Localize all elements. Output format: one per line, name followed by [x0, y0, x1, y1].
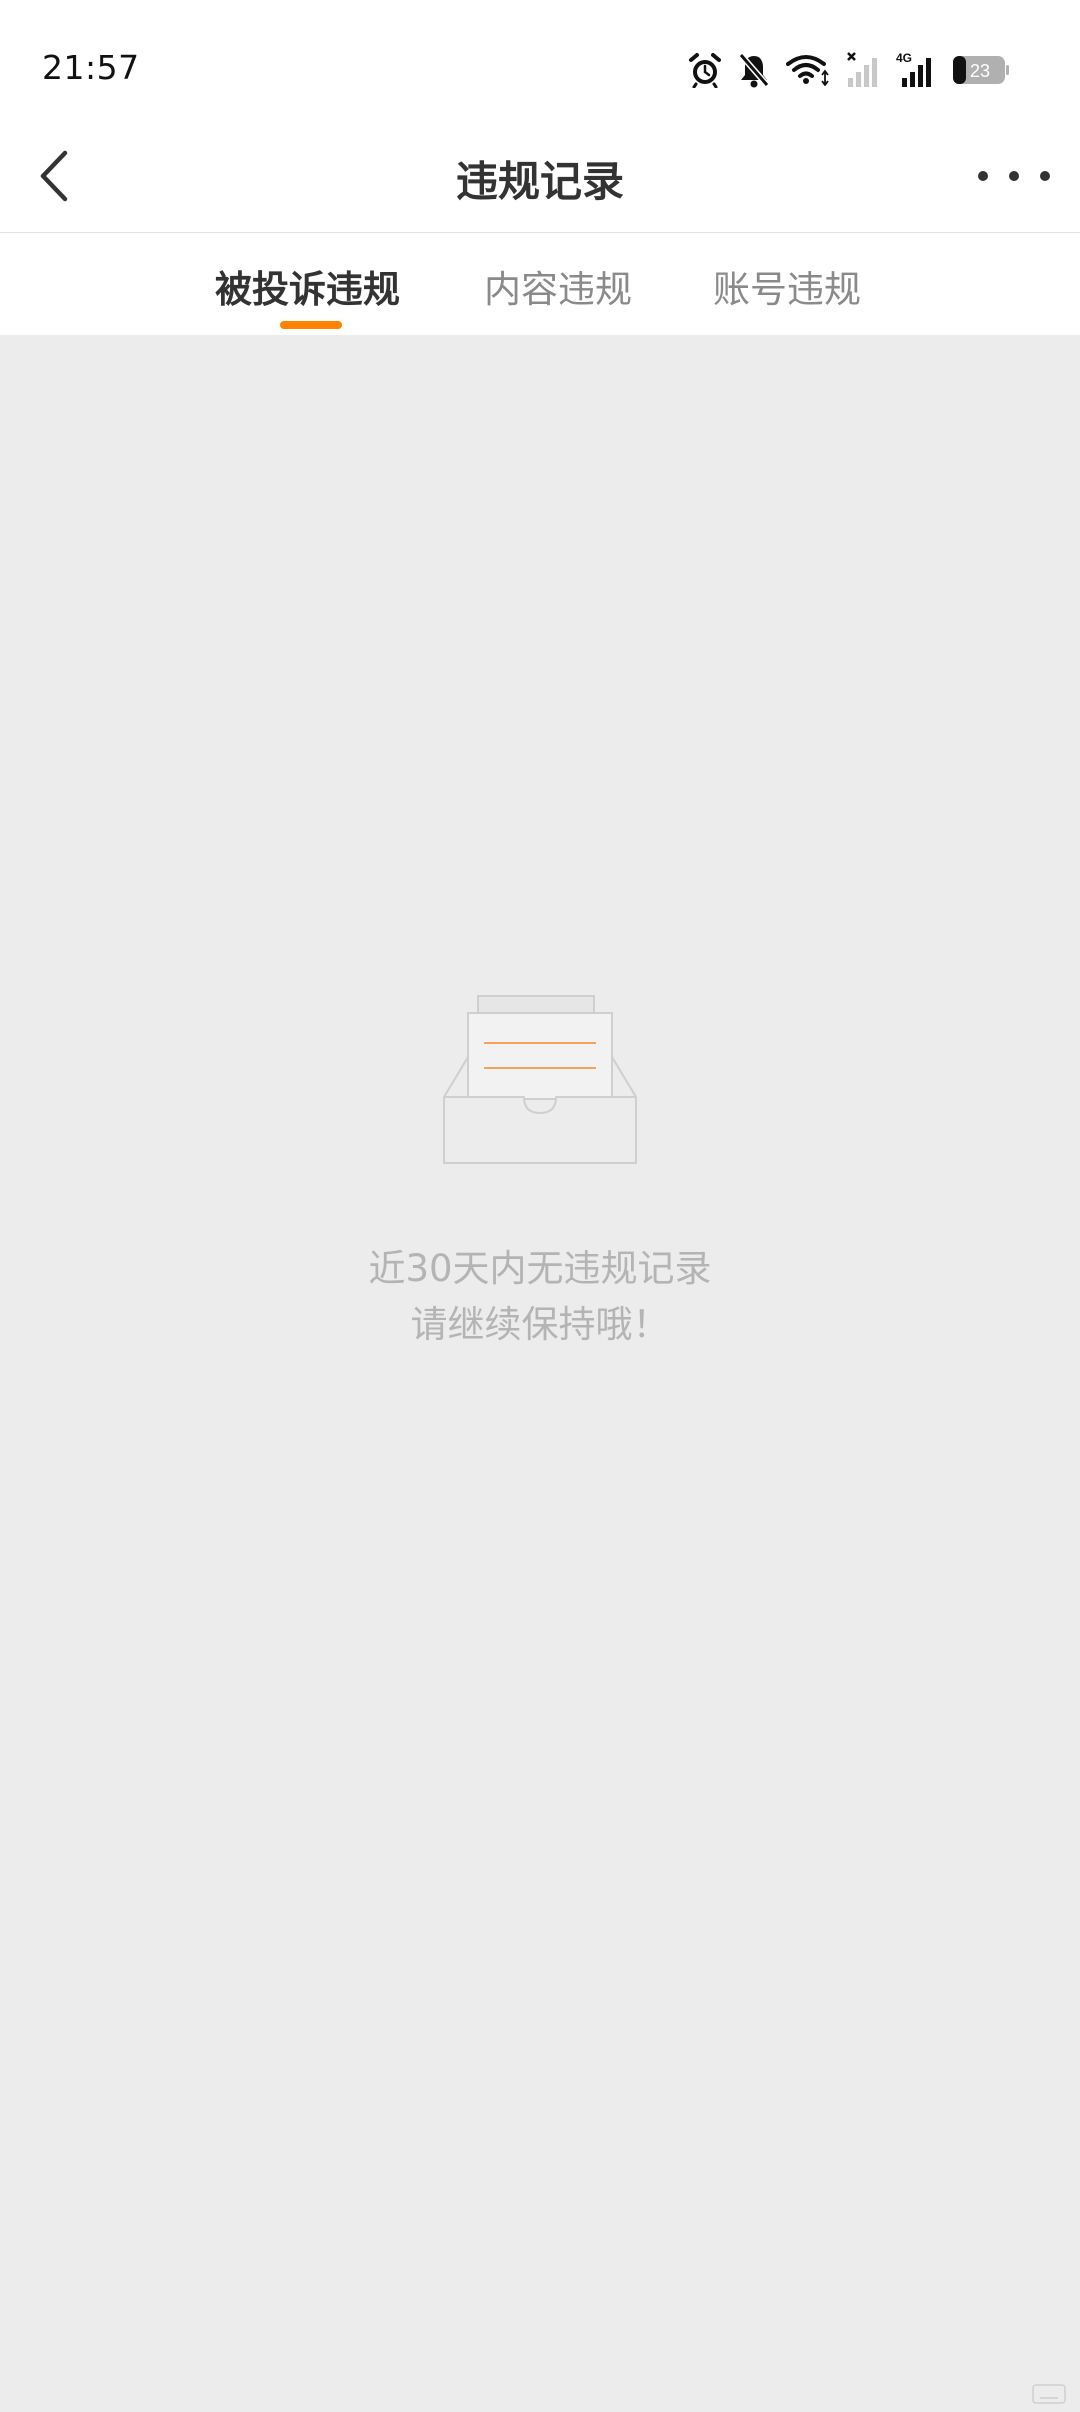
wifi-icon [786, 55, 829, 86]
status-bar: 21:57 4G 23 [0, 0, 1080, 120]
more-button[interactable] [978, 152, 1050, 200]
active-tab-indicator [280, 321, 342, 329]
svg-text:23: 23 [970, 61, 990, 81]
corner-indicator-icon [1032, 2384, 1066, 2404]
empty-state-subtitle: 请继续保持哦！ [410, 1303, 670, 1346]
status-time: 21:57 [42, 48, 140, 87]
tab-complained-violations[interactable]: 被投诉违规 [215, 259, 400, 313]
status-icons: 4G 23 [688, 50, 1010, 90]
tab-account-violations[interactable]: 账号违规 [713, 259, 861, 313]
signal-4g-icon: 4G [896, 52, 931, 87]
tab-bar: 被投诉违规 内容违规 账号违规 [0, 233, 1080, 335]
signal-no-service-icon [847, 52, 877, 87]
more-dots-icon [1009, 171, 1019, 181]
page-title: 违规记录 [455, 157, 624, 206]
alarm-icon [689, 53, 721, 88]
empty-inbox-icon [443, 995, 637, 1164]
battery-icon: 23 [953, 56, 1009, 84]
nav-bar: 违规记录 [0, 120, 1080, 232]
tab-content-violations[interactable]: 内容违规 [484, 259, 632, 313]
empty-state-title: 近30天内无违规记录 [368, 1247, 712, 1290]
more-dots-icon [1040, 171, 1050, 181]
more-dots-icon [978, 171, 988, 181]
bell-off-icon [738, 53, 770, 88]
content-area [0, 335, 1080, 2412]
svg-text:4G: 4G [896, 52, 912, 65]
